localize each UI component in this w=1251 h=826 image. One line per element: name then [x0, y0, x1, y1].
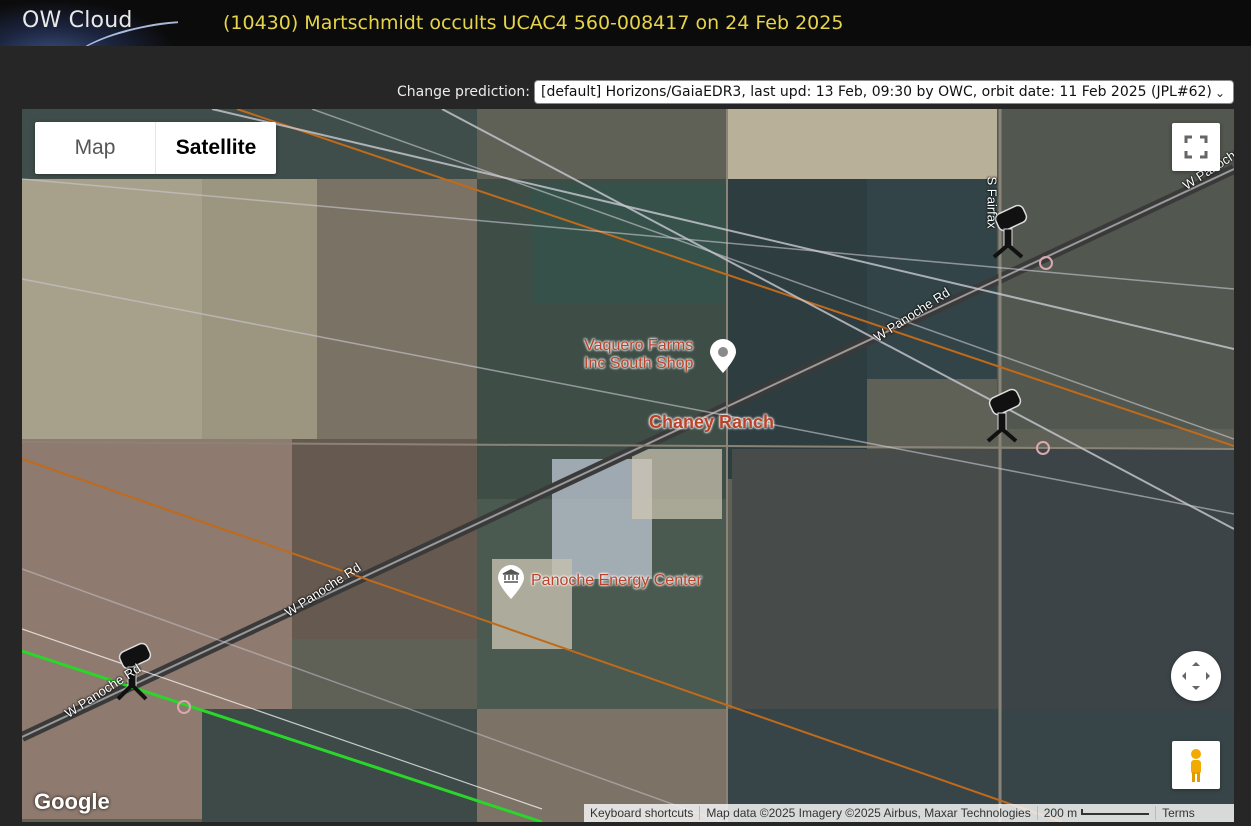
prediction-selected-value: [default] Horizons/GaiaEDR3, last upd: 1…: [541, 84, 1212, 100]
map-type-control: Map Satellite: [35, 122, 276, 174]
pegman-icon: [1191, 749, 1201, 782]
poi-label-line1: Vaquero Farms: [584, 337, 694, 354]
landmark-icon[interactable]: [496, 565, 526, 601]
telescope-icon[interactable]: [978, 385, 1030, 445]
satellite-imagery: [22, 109, 1234, 822]
event-title: (10430) Martschmidt occults UCAC4 560-00…: [223, 12, 844, 34]
map-attribution-bar: Keyboard shortcuts Map data ©2025 Imager…: [584, 804, 1234, 822]
chevron-down-icon: ⌄: [1214, 86, 1225, 100]
google-logo[interactable]: Google: [34, 789, 110, 815]
map-data-text: Map data ©2025 Imagery ©2025 Airbus, Max…: [700, 806, 1038, 820]
prediction-select[interactable]: [default] Horizons/GaiaEDR3, last upd: 1…: [534, 80, 1234, 104]
road-label: S Fairfax: [984, 176, 1000, 229]
map-type-satellite-button[interactable]: Satellite: [156, 122, 276, 174]
app-logo[interactable]: OW Cloud: [0, 0, 178, 46]
fullscreen-button[interactable]: [1172, 123, 1220, 171]
camera-control-icon: [1182, 662, 1210, 690]
terms-link[interactable]: Terms: [1156, 806, 1201, 820]
street-view-button[interactable]: [1172, 741, 1220, 789]
scale-label: 200 m: [1043, 806, 1078, 820]
satellite-map[interactable]: Vaquero Farms Inc South Shop Chaney Ranc…: [22, 109, 1234, 822]
camera-control-button[interactable]: [1171, 651, 1221, 701]
poi-label-panoche-energy[interactable]: Panoche Energy Center: [531, 572, 702, 590]
change-prediction-label: Change prediction:: [397, 84, 531, 100]
poi-label-line2: Inc South Shop: [584, 355, 694, 372]
map-pin-icon[interactable]: [708, 339, 738, 375]
fullscreen-icon: [1184, 135, 1208, 159]
scale-bar: [1081, 808, 1150, 815]
place-label-chaney-ranch[interactable]: Chaney Ranch: [649, 412, 774, 433]
keyboard-shortcuts-link[interactable]: Keyboard shortcuts: [584, 806, 701, 820]
app-title: OW Cloud: [22, 8, 133, 33]
top-bar: OW Cloud (10430) Martschmidt occults UCA…: [0, 0, 1251, 46]
poi-label-vaquero-farms[interactable]: Vaquero Farms Inc South Shop: [584, 337, 693, 373]
scale-indicator[interactable]: 200 m: [1038, 806, 1157, 820]
map-type-map-button[interactable]: Map: [35, 122, 156, 174]
